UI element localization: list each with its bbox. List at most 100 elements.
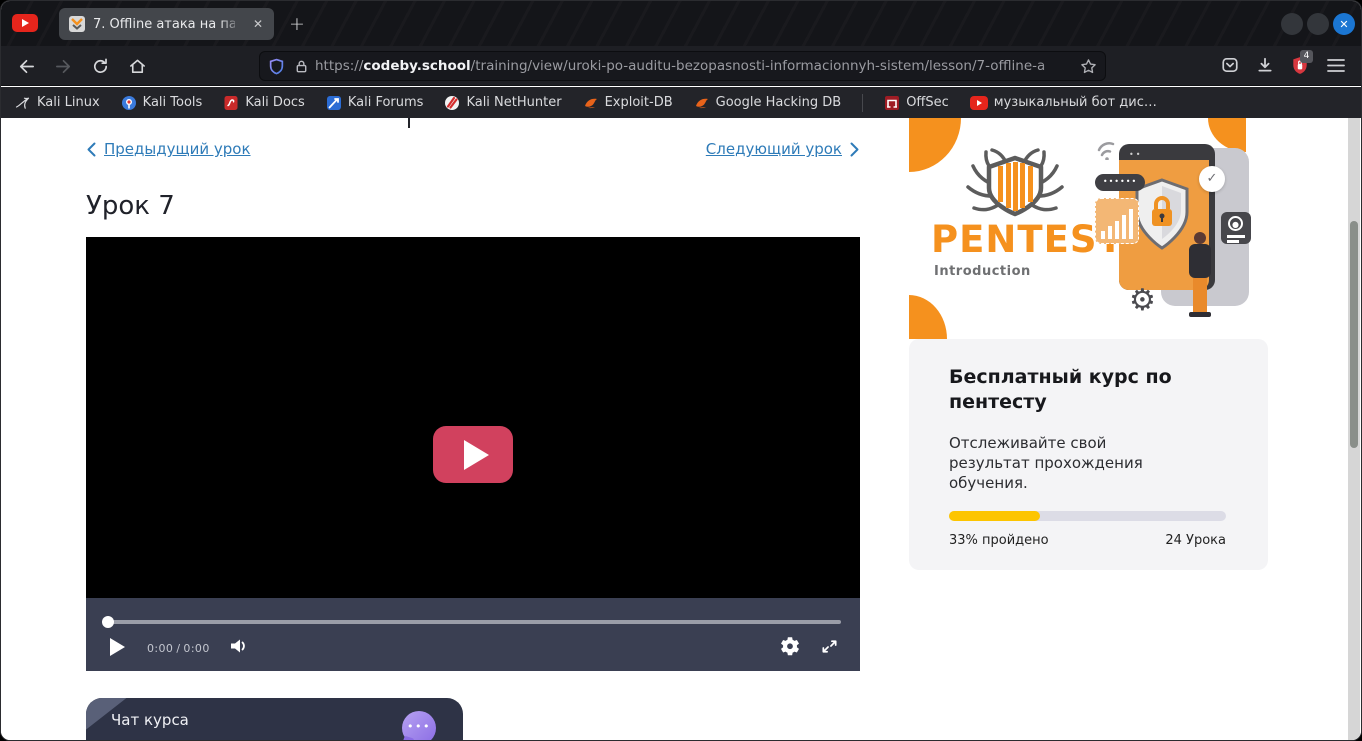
video-screen[interactable] [86,237,860,598]
bookmarks-bar: Kali Linux Kali Tools Kali Docs Kali For… [1,87,1361,118]
url-path: /training/view/uroki-po-auditu-bezopasno… [471,58,1045,74]
course-progress-card: Бесплатный курс по пентесту Отслеживайте… [909,339,1268,570]
course-progress-labels: 33% пройдено 24 Урока [949,533,1226,548]
bookmark-label: Google Hacking DB [716,95,842,110]
wifi-icon [1095,136,1121,160]
bar-chart-icon [1095,198,1139,244]
lesson-title: Урок 7 [86,191,175,221]
bookmark-label: Kali Docs [245,95,305,110]
banner-orange-corner-bottom-left [909,295,947,339]
bookmark-kali-tools[interactable]: Kali Tools [121,95,203,111]
url-protocol: https:// [315,58,363,74]
progress-fill [949,511,1040,521]
banner-orange-corner-top-left [909,118,961,172]
course-banner: PENTEST Introduction •• ✓ [909,118,1268,339]
downloads-icon[interactable] [1256,56,1274,74]
next-lesson-label: Следующий урок [706,140,842,158]
active-tab[interactable]: 7. Offline атака на пароли ✕ [59,8,274,40]
play-button[interactable] [110,638,125,656]
pocket-icon[interactable] [1221,56,1239,74]
bookmark-kali-linux[interactable]: Kali Linux [15,95,100,111]
course-card-description: Отслеживайте свой результат прохождения … [949,433,1189,493]
youtube-icon [22,19,29,27]
google-hacking-db-bird-icon [694,95,710,111]
bookmark-kali-docs[interactable]: Kali Docs [223,95,305,111]
page-scrollbar-thumb[interactable] [1350,221,1358,448]
chat-bubble-dots: ••• [402,720,436,733]
bookmark-label: OffSec [906,95,949,110]
page-content: Предыдущий урок Следующий урок Урок 7 0:… [1,118,1362,741]
course-card-title: Бесплатный курс по пентесту [949,365,1219,415]
kali-nethunter-icon [444,95,460,111]
bookmarks-separator [862,94,863,112]
lock-icon[interactable] [294,59,309,74]
codeby-favicon-icon [69,16,85,32]
play-icon [464,440,489,470]
time-separator: / [176,642,180,655]
prev-lesson-label: Предыдущий урок [104,140,251,158]
course-progress-bar [949,511,1226,521]
check-badge-icon: ✓ [1199,166,1225,192]
chevron-left-icon [86,142,97,157]
tracking-protection-shield-icon[interactable] [268,58,285,75]
menu-hamburger-icon[interactable] [1327,58,1345,73]
chat-title: Чат курса [111,711,189,729]
tab-close-button[interactable]: ✕ [248,14,268,34]
extension-icon[interactable]: 4 [1291,56,1309,75]
video-seek-bar[interactable] [105,620,841,624]
home-button[interactable] [126,55,148,77]
banner-subtitle: Introduction [934,264,1031,279]
new-tab-button[interactable]: + [286,13,308,35]
bookmark-kali-forums[interactable]: Kali Forums [326,95,424,111]
fullscreen-button[interactable] [820,637,839,656]
pentest-spider-logo-icon [957,146,1073,222]
lessons-count-label: 24 Урока [1165,533,1226,548]
url-text: https://codeby.school/training/view/urok… [315,58,1045,74]
navigation-toolbar: https://codeby.school/training/view/urok… [1,46,1361,86]
pinned-tab-youtube[interactable] [12,14,38,32]
tab-title-fade [220,15,246,33]
bookmark-kali-nethunter[interactable]: Kali NetHunter [444,95,561,111]
progress-percent-label: 33% пройдено [949,533,1049,548]
course-chat-widget[interactable]: Чат курса ••• [86,698,463,741]
offsec-icon [884,95,900,111]
id-badge-icon: ● [1221,212,1251,244]
chevron-right-icon [849,142,860,157]
minimize-button[interactable] [1281,13,1303,35]
bookmark-music-bot[interactable]: музыкальный бот дис… [970,95,1157,110]
bookmark-label: Kali Tools [143,95,203,110]
gear-icon: ⚙ [1129,286,1156,316]
video-big-play-button[interactable] [433,426,513,483]
video-time: 0:00/0:00 [147,642,210,655]
tablet-header-dots: •• [1129,150,1142,159]
back-button[interactable] [15,55,37,77]
window-close-button[interactable]: ✕ [1333,13,1355,35]
video-control-bar: 0:00/0:00 [86,598,860,671]
next-lesson-link[interactable]: Следующий урок [706,140,860,158]
tab-bar: 7. Offline атака на пароли ✕ + ✕ [1,1,1361,46]
settings-gear-button[interactable] [780,636,800,656]
chat-bubble-icon[interactable]: ••• [402,711,436,741]
time-current: 0:00 [147,642,173,655]
tab-title: 7. Offline атака на пароли [93,17,235,32]
prev-lesson-link[interactable]: Предыдущий урок [86,140,251,158]
kali-docs-icon [223,95,239,111]
bookmark-google-hacking-db[interactable]: Google Hacking DB [694,95,842,111]
kali-forums-icon [326,95,342,111]
maximize-button[interactable] [1307,13,1329,35]
bookmark-exploit-db[interactable]: Exploit-DB [583,95,673,111]
exploit-db-bird-icon [583,95,599,111]
forward-button[interactable] [52,55,74,77]
bookmark-label: Kali NetHunter [466,95,561,110]
url-bar[interactable]: https://codeby.school/training/view/urok… [259,51,1106,81]
bookmark-star-icon[interactable] [1080,58,1097,75]
bookmark-label: Kali Linux [37,95,100,110]
bookmark-offsec[interactable]: OffSec [884,95,949,111]
volume-button[interactable] [228,636,250,656]
page-scrollbar-track[interactable] [1348,118,1360,741]
bookmark-label: Kali Forums [348,95,424,110]
reload-button[interactable] [89,55,111,77]
youtube-icon [970,96,988,110]
browser-window: 7. Offline атака на пароли ✕ + ✕ [0,0,1362,741]
video-seek-handle[interactable] [102,616,114,628]
